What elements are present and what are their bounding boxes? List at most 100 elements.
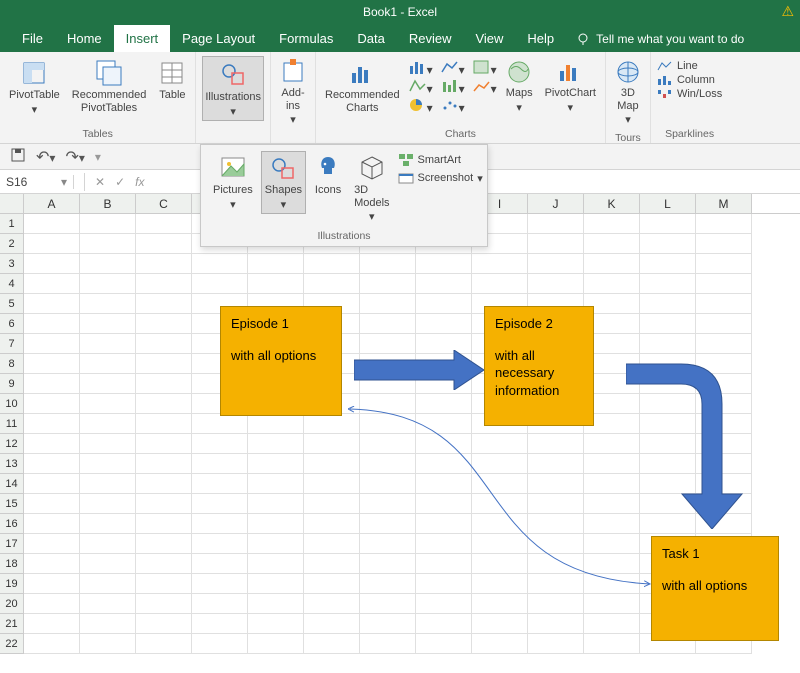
- cell[interactable]: [416, 274, 472, 294]
- row-header[interactable]: 11: [0, 414, 24, 434]
- cell[interactable]: [696, 274, 752, 294]
- row-header[interactable]: 13: [0, 454, 24, 474]
- 3d-models-button[interactable]: 3D Models ▾: [350, 151, 393, 227]
- cell[interactable]: [248, 274, 304, 294]
- row-header[interactable]: 18: [0, 554, 24, 574]
- shapes-button[interactable]: Shapes ▾: [261, 151, 306, 214]
- curved-connector[interactable]: [340, 404, 660, 594]
- cell[interactable]: [696, 214, 752, 234]
- cell[interactable]: [24, 494, 80, 514]
- recommended-pivottables-button[interactable]: Recommended PivotTables: [69, 56, 150, 117]
- bar-chart-icon[interactable]: ▾: [409, 60, 433, 77]
- cancel-formula-button[interactable]: ✕: [95, 175, 105, 189]
- cell[interactable]: [24, 274, 80, 294]
- row-header[interactable]: 6: [0, 314, 24, 334]
- cell[interactable]: [192, 494, 248, 514]
- row-header[interactable]: 4: [0, 274, 24, 294]
- sparkline-column-button[interactable]: Column: [657, 74, 722, 86]
- cell[interactable]: [24, 234, 80, 254]
- map-chart-icon[interactable]: ▾: [473, 60, 497, 77]
- cell[interactable]: [416, 254, 472, 274]
- cell[interactable]: [192, 554, 248, 574]
- tab-file[interactable]: File: [10, 25, 55, 52]
- cell[interactable]: [24, 394, 80, 414]
- cell[interactable]: [80, 574, 136, 594]
- name-box[interactable]: S16 ▾: [0, 175, 74, 189]
- sparkline-winloss-button[interactable]: Win/Loss: [657, 88, 722, 100]
- cell[interactable]: [136, 614, 192, 634]
- row-header[interactable]: 1: [0, 214, 24, 234]
- cell[interactable]: [136, 574, 192, 594]
- cell[interactable]: [192, 594, 248, 614]
- cell[interactable]: [24, 334, 80, 354]
- cell[interactable]: [80, 554, 136, 574]
- cell[interactable]: [696, 254, 752, 274]
- cell[interactable]: [24, 474, 80, 494]
- sparkline-line-button[interactable]: Line: [657, 60, 722, 72]
- cell[interactable]: [472, 594, 528, 614]
- cell[interactable]: [528, 614, 584, 634]
- cell[interactable]: [80, 354, 136, 374]
- pie-chart-icon[interactable]: ▾: [409, 98, 433, 115]
- col-header[interactable]: K: [584, 194, 640, 213]
- cell[interactable]: [584, 634, 640, 654]
- row-header[interactable]: 21: [0, 614, 24, 634]
- cell[interactable]: [192, 514, 248, 534]
- qat-customize-icon[interactable]: ▾: [95, 150, 101, 164]
- cell[interactable]: [248, 434, 304, 454]
- cell[interactable]: [80, 414, 136, 434]
- row-header[interactable]: 2: [0, 234, 24, 254]
- col-header[interactable]: A: [24, 194, 80, 213]
- cell[interactable]: [24, 574, 80, 594]
- cell[interactable]: [80, 494, 136, 514]
- row-header[interactable]: 9: [0, 374, 24, 394]
- cell[interactable]: [192, 474, 248, 494]
- undo-button[interactable]: ↶▾: [36, 147, 55, 167]
- maps-button[interactable]: Maps ▾: [503, 56, 536, 117]
- cell[interactable]: [24, 374, 80, 394]
- cell[interactable]: [304, 634, 360, 654]
- cell[interactable]: [192, 534, 248, 554]
- cell[interactable]: [640, 214, 696, 234]
- cell[interactable]: [136, 514, 192, 534]
- cell[interactable]: [80, 474, 136, 494]
- cell[interactable]: [248, 594, 304, 614]
- row-header[interactable]: 8: [0, 354, 24, 374]
- cell[interactable]: [80, 234, 136, 254]
- cell[interactable]: [80, 394, 136, 414]
- screenshot-button[interactable]: Screenshot ▾: [398, 171, 483, 185]
- cell[interactable]: [640, 274, 696, 294]
- cell[interactable]: [472, 254, 528, 274]
- cell[interactable]: [192, 434, 248, 454]
- icons-button[interactable]: Icons: [310, 151, 346, 200]
- cell[interactable]: [696, 294, 752, 314]
- cell[interactable]: [248, 254, 304, 274]
- col-header[interactable]: B: [80, 194, 136, 213]
- cell[interactable]: [136, 394, 192, 414]
- cell[interactable]: [248, 574, 304, 594]
- cell[interactable]: [24, 354, 80, 374]
- cell[interactable]: [584, 274, 640, 294]
- cell[interactable]: [640, 234, 696, 254]
- cell[interactable]: [640, 314, 696, 334]
- cell[interactable]: [80, 334, 136, 354]
- cell[interactable]: [248, 454, 304, 474]
- 3d-map-button[interactable]: 3D Map ▾: [612, 56, 644, 130]
- row-header[interactable]: 17: [0, 534, 24, 554]
- cell[interactable]: [24, 614, 80, 634]
- shape-episode-1[interactable]: Episode 1 with all options: [220, 306, 342, 416]
- cell[interactable]: [24, 214, 80, 234]
- cell[interactable]: [248, 634, 304, 654]
- pivottable-button[interactable]: PivotTable ▾: [6, 56, 63, 119]
- cell[interactable]: [136, 594, 192, 614]
- cell[interactable]: [136, 374, 192, 394]
- row-header[interactable]: 14: [0, 474, 24, 494]
- cell[interactable]: [80, 274, 136, 294]
- cell[interactable]: [192, 614, 248, 634]
- tell-me[interactable]: Tell me what you want to do: [566, 26, 754, 52]
- tab-page-layout[interactable]: Page Layout: [170, 25, 267, 52]
- row-header[interactable]: 3: [0, 254, 24, 274]
- cell[interactable]: [304, 254, 360, 274]
- cell[interactable]: [136, 494, 192, 514]
- cell[interactable]: [80, 434, 136, 454]
